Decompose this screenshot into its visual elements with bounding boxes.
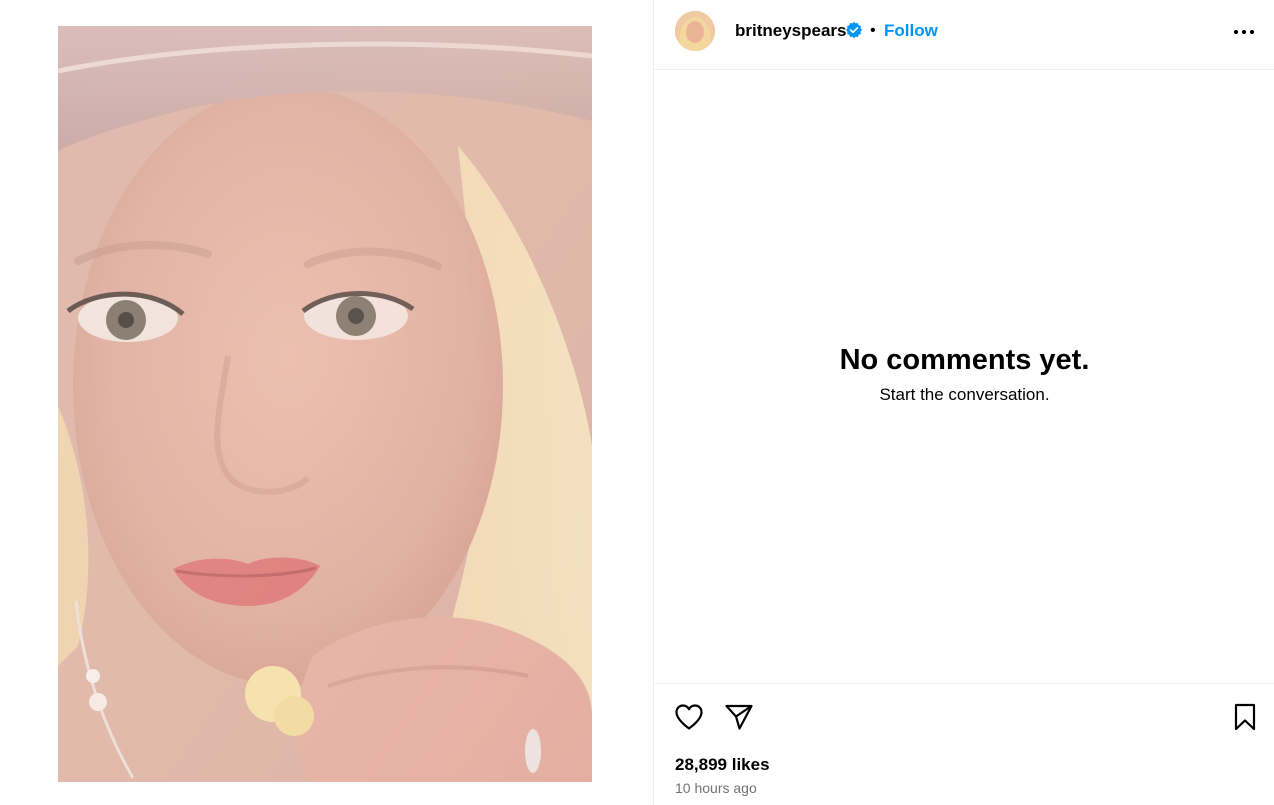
avatar[interactable] <box>675 11 715 51</box>
post-page: britneyspears • Follow No comments yet. … <box>0 0 1274 805</box>
empty-comments-title: No comments yet. <box>839 344 1090 376</box>
header-separator: • <box>870 22 876 39</box>
empty-comments: No comments yet. Start the conversation. <box>654 340 1274 406</box>
verified-badge-icon <box>846 21 862 39</box>
portrait-illustration <box>58 26 592 782</box>
post-image[interactable] <box>58 26 592 782</box>
post-timestamp[interactable]: 10 hours ago <box>675 779 757 797</box>
avatar-image <box>675 11 715 51</box>
more-options-icon[interactable] <box>1230 20 1258 44</box>
likes-count[interactable]: 28,899 likes <box>675 754 770 776</box>
share-send-icon[interactable] <box>723 701 755 733</box>
post-header: britneyspears • Follow <box>654 0 1274 70</box>
empty-comments-subtitle: Start the conversation. <box>879 385 1050 404</box>
heart-icon[interactable] <box>673 701 705 733</box>
bookmark-icon[interactable] <box>1229 701 1261 733</box>
follow-button[interactable]: Follow <box>884 20 938 42</box>
post-side-panel: britneyspears • Follow No comments yet. … <box>653 0 1274 805</box>
post-actions: 28,899 likes 10 hours ago <box>654 683 1274 805</box>
author-username[interactable]: britneyspears <box>735 20 847 42</box>
